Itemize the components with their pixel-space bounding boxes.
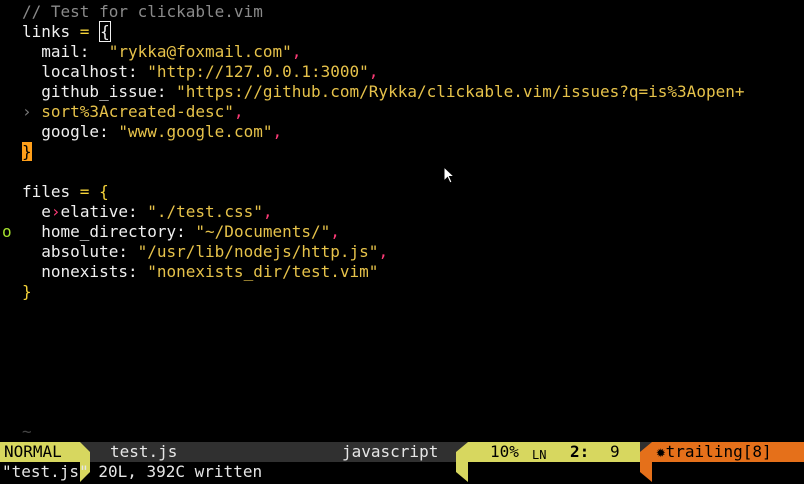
caret-marker: › bbox=[50, 202, 61, 221]
code-line-1[interactable]: // Test for clickable.vim bbox=[0, 2, 804, 22]
property-key: home_directory: bbox=[41, 222, 186, 241]
object-name: links bbox=[22, 22, 71, 41]
status-percent: 10% bbox=[490, 442, 519, 461]
comma: , bbox=[368, 62, 379, 81]
code-line-14[interactable]: } bbox=[0, 282, 804, 302]
string-link-github[interactable]: "https://github.com/Rykka/clickable.vim/… bbox=[176, 82, 744, 101]
string-link-localhost[interactable]: "http://127.0.0.1:3000" bbox=[147, 62, 369, 81]
close-brace: } bbox=[22, 282, 32, 301]
status-filename: test.js bbox=[110, 442, 178, 461]
spacing bbox=[167, 82, 177, 101]
comment: // Test for clickable.vim bbox=[22, 2, 263, 21]
open-brace-match: { bbox=[99, 21, 111, 42]
object-name: files bbox=[22, 182, 71, 201]
property-key: google: bbox=[41, 122, 109, 141]
spacing bbox=[138, 62, 148, 81]
spacing bbox=[186, 222, 196, 241]
code-line-6[interactable]: google: "www.google.com", bbox=[0, 122, 804, 142]
trailing-label: trailing[8] bbox=[665, 442, 772, 461]
mode-indicator: NORMAL bbox=[0, 442, 80, 462]
string-link-email[interactable]: "rykka@foxmail.com" bbox=[109, 42, 292, 61]
code-line-10[interactable]: o e›elative: "./test.css", bbox=[0, 202, 804, 241]
code-line-4[interactable]: localhost: "http://127.0.0.1:3000", bbox=[0, 62, 804, 82]
command-line-message: "test.js" 20L, 392C written bbox=[2, 462, 263, 481]
status-line: 2: bbox=[570, 442, 590, 461]
code-line-11[interactable]: home_directory: "~/Documents/", bbox=[0, 222, 804, 242]
comma: , bbox=[233, 102, 244, 121]
code-line-7[interactable]: } bbox=[0, 142, 804, 162]
comma: , bbox=[378, 242, 389, 261]
string-path-absolute[interactable]: "/usr/lib/nodejs/http.js" bbox=[138, 242, 379, 261]
property-key-part: e bbox=[41, 202, 51, 221]
property-key: github_issue: bbox=[41, 82, 167, 101]
status-filetype: javascript bbox=[342, 442, 439, 461]
spacing bbox=[109, 122, 119, 141]
text-cursor: } bbox=[22, 142, 32, 161]
trailing-whitespace-warning: ✹trailing[8] bbox=[652, 442, 804, 462]
code-line-12[interactable]: absolute: "/usr/lib/nodejs/http.js", bbox=[0, 242, 804, 262]
status-column: 9 bbox=[610, 442, 620, 461]
code-line-2[interactable]: links = { bbox=[0, 21, 804, 42]
property-key: absolute: bbox=[41, 242, 128, 261]
property-key-part: elative: bbox=[60, 202, 138, 221]
vim-editor[interactable]: // Test for clickable.vim links = { mail… bbox=[0, 0, 804, 484]
string-path-nonexists[interactable]: "nonexists_dir/test.vim" bbox=[147, 262, 378, 281]
code-line-9[interactable]: files = { bbox=[0, 182, 804, 202]
string-link-google[interactable]: "www.google.com" bbox=[118, 122, 272, 141]
mouse-pointer-icon bbox=[443, 166, 456, 184]
property-key: nonexists: bbox=[41, 262, 138, 281]
warning-star-icon: ✹ bbox=[656, 442, 666, 461]
spacing bbox=[138, 202, 148, 221]
wrap-indicator-icon: › bbox=[22, 102, 42, 121]
comma: , bbox=[291, 42, 302, 61]
comma: , bbox=[262, 202, 273, 221]
code-line-5-wrap[interactable]: › sort%3Acreated-desc", bbox=[0, 102, 804, 122]
string-link-github-cont[interactable]: sort%3Acreated-desc" bbox=[41, 102, 234, 121]
assign-operator: = bbox=[70, 182, 100, 201]
code-line-13[interactable]: nonexists: "nonexists_dir/test.vim" bbox=[0, 262, 804, 282]
tilde-marker: ~ bbox=[22, 422, 32, 441]
code-line-5[interactable]: github_issue: "https://github.com/Rykka/… bbox=[0, 82, 804, 102]
string-path-relative[interactable]: "./test.css" bbox=[147, 202, 263, 221]
property-key: mail: bbox=[41, 42, 90, 61]
spacing bbox=[138, 262, 148, 281]
open-brace: { bbox=[99, 182, 109, 201]
statusline: NORMAL test.js javascript 10% LN 2: 9 ✹t… bbox=[0, 442, 804, 482]
comma: , bbox=[272, 122, 283, 141]
string-path-home[interactable]: "~/Documents/" bbox=[195, 222, 330, 241]
assign-operator: = bbox=[70, 22, 100, 41]
comma: , bbox=[330, 222, 340, 241]
spacing bbox=[89, 42, 108, 61]
spacing bbox=[128, 242, 138, 261]
end-of-buffer-line: ~ bbox=[0, 422, 804, 442]
property-key: localhost: bbox=[41, 62, 138, 81]
code-line-3[interactable]: mail: "rykka@foxmail.com", bbox=[0, 42, 804, 62]
